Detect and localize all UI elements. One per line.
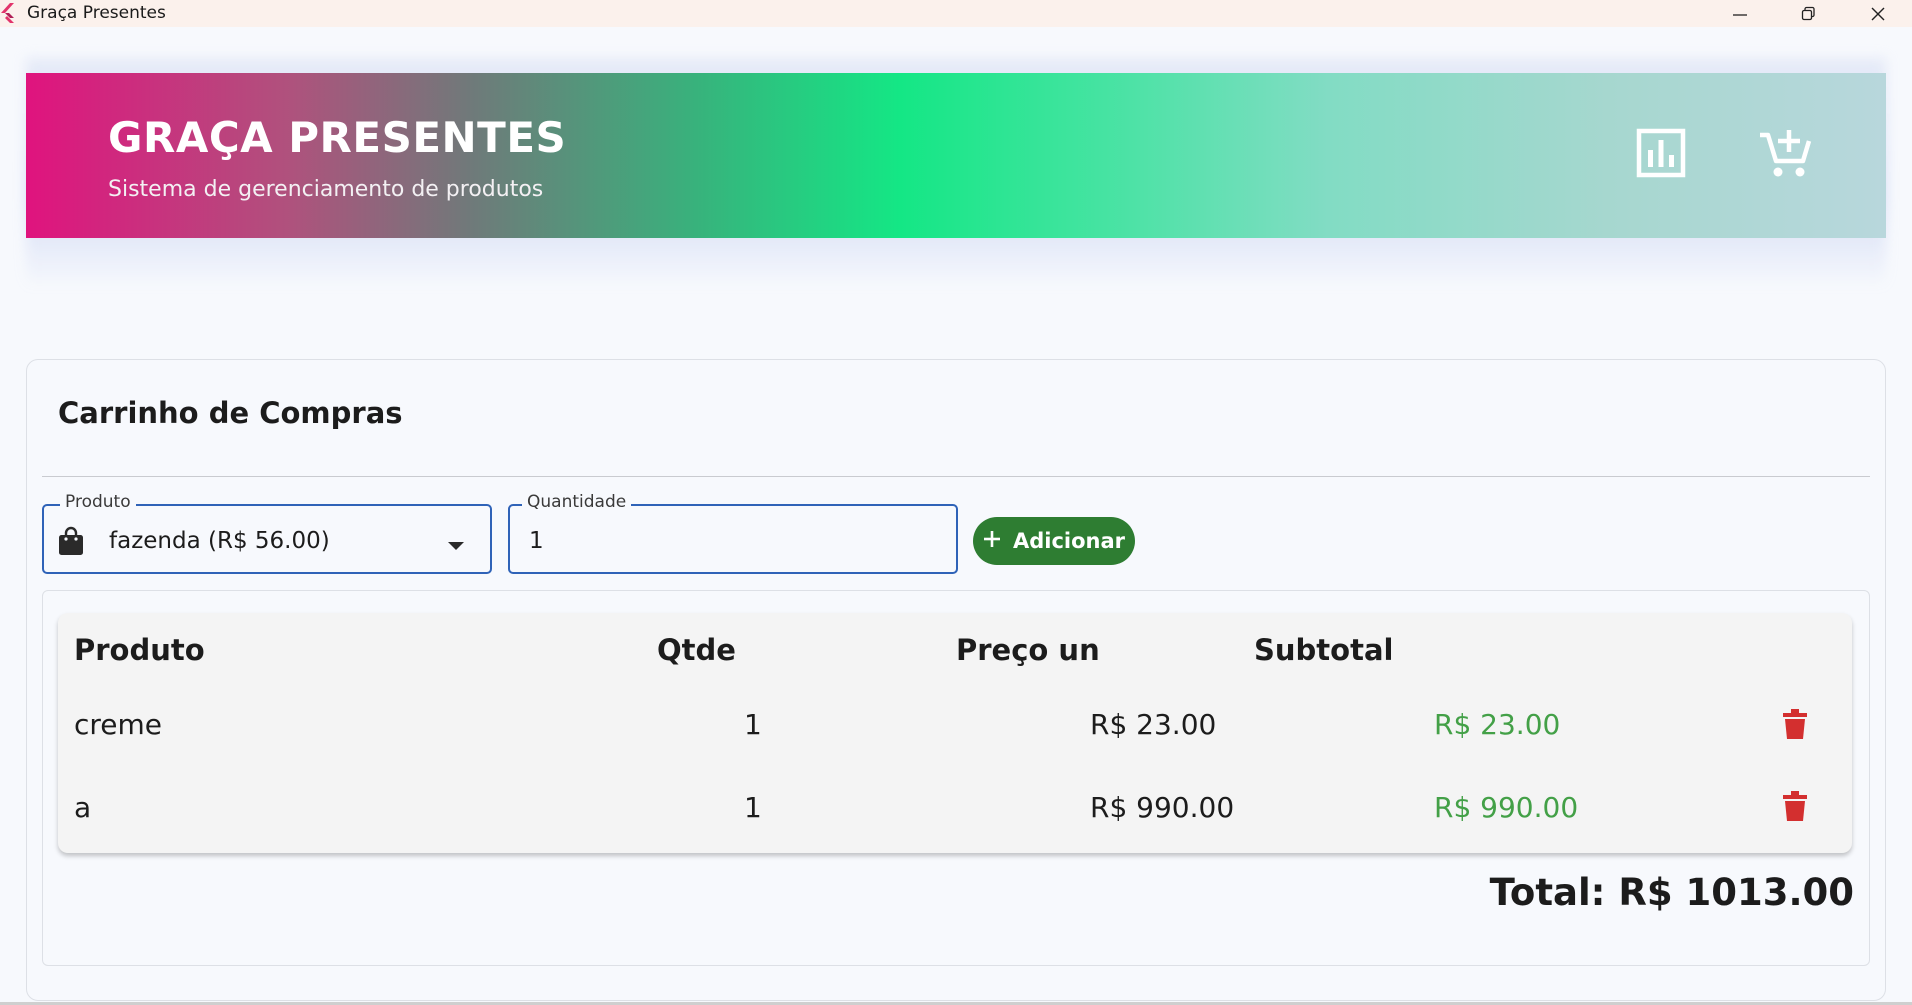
app-title: GRAÇA PRESENTES — [108, 113, 567, 162]
header-qtde: Qtde — [657, 633, 736, 667]
window-title: Graça Presentes — [27, 3, 166, 23]
plus-icon — [983, 529, 1001, 553]
cart-title: Carrinho de Compras — [58, 396, 403, 430]
cart-total: Total: R$ 1013.00 — [1489, 871, 1854, 914]
row-2-preco: R$ 990.00 — [1090, 791, 1235, 824]
reports-button[interactable] — [1629, 123, 1693, 187]
dropdown-arrow-icon — [448, 536, 464, 555]
cart-table: Produto Qtde Preço un Subtotal creme 1 R… — [58, 613, 1852, 853]
trash-icon — [1783, 791, 1807, 825]
minimize-button[interactable] — [1706, 0, 1774, 27]
row-1-qtde: 1 — [744, 708, 762, 741]
row-1-subtotal: R$ 23.00 — [1434, 708, 1561, 741]
cart-button[interactable] — [1753, 123, 1817, 187]
row-1-preco: R$ 23.00 — [1090, 708, 1217, 741]
row-2-qtde: 1 — [744, 791, 762, 824]
minimize-icon — [1732, 6, 1748, 22]
row-2-delete-button[interactable] — [1778, 789, 1812, 827]
add-button-label: Adicionar — [1012, 529, 1126, 553]
cart-items-panel: Produto Qtde Preço un Subtotal creme 1 R… — [42, 590, 1870, 966]
window-titlebar: Graça Presentes — [0, 0, 1912, 27]
row-1-delete-button[interactable] — [1778, 707, 1812, 745]
add-to-cart-icon — [1757, 125, 1813, 185]
bar-chart-icon — [1636, 128, 1686, 182]
shopping-bag-icon — [58, 526, 84, 560]
product-select[interactable]: Produto fazenda (R$ 56.00) — [42, 492, 492, 574]
header-subtotal: Subtotal — [1254, 633, 1394, 667]
restore-button[interactable] — [1774, 0, 1842, 27]
cart-card: Carrinho de Compras Produto fazenda (R$ … — [26, 359, 1886, 1001]
row-2-produto: a — [74, 791, 92, 824]
row-2-subtotal: R$ 990.00 — [1434, 791, 1579, 824]
trash-icon — [1783, 709, 1807, 743]
row-1-produto: creme — [74, 708, 163, 741]
product-select-label: Produto — [60, 492, 136, 512]
product-select-value: fazenda (R$ 56.00) — [109, 528, 330, 554]
restore-icon — [1800, 6, 1816, 22]
header-produto: Produto — [74, 633, 205, 667]
flutter-logo-icon — [0, 3, 18, 23]
divider — [42, 476, 1870, 477]
quantity-input-value: 1 — [529, 528, 544, 554]
add-button[interactable]: Adicionar — [973, 517, 1135, 565]
close-icon — [1870, 6, 1886, 22]
app-subtitle: Sistema de gerenciamento de produtos — [108, 177, 544, 202]
header-banner: GRAÇA PRESENTES Sistema de gerenciamento… — [26, 73, 1886, 238]
header-preco: Preço un — [956, 633, 1100, 667]
quantity-input-label: Quantidade — [522, 492, 632, 512]
close-button[interactable] — [1844, 0, 1912, 27]
quantity-input[interactable]: Quantidade 1 — [508, 492, 958, 574]
